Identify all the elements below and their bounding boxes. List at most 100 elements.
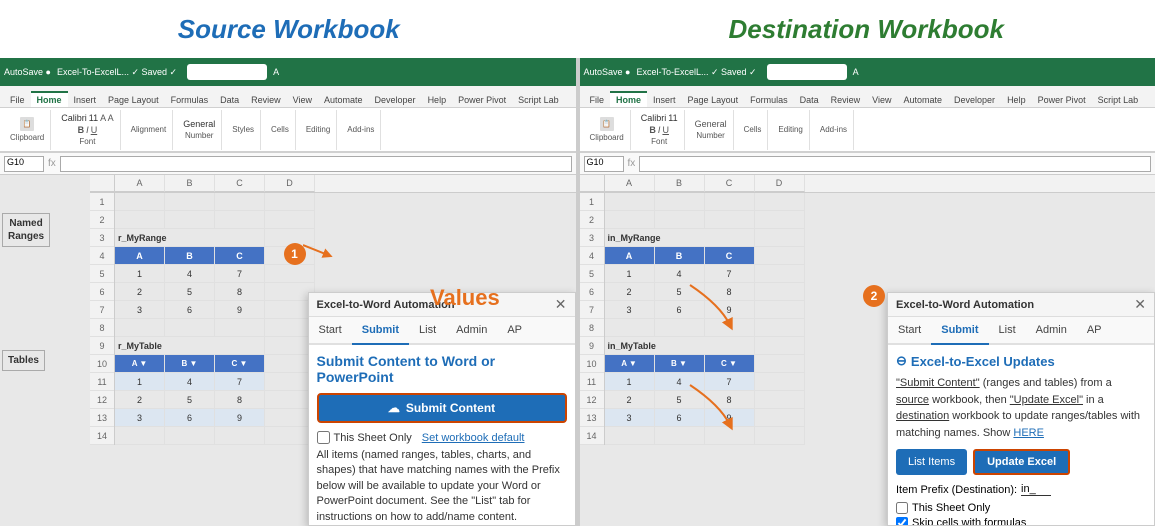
tab-script-lab[interactable]: Script Lab bbox=[512, 93, 565, 107]
tab-power-pivot[interactable]: Power Pivot bbox=[452, 93, 512, 107]
search-box[interactable] bbox=[187, 64, 267, 80]
dest-search-box[interactable] bbox=[767, 64, 847, 80]
cell-7a[interactable]: 3 bbox=[115, 301, 165, 319]
dest-panel-tab-admin[interactable]: Admin bbox=[1026, 317, 1077, 343]
panel-tab-submit[interactable]: Submit bbox=[352, 317, 409, 345]
cell-2a[interactable] bbox=[115, 211, 165, 229]
dest-font-group: Calibri 11 B I U Font bbox=[635, 110, 685, 150]
cell-8c[interactable] bbox=[215, 319, 265, 337]
tab-automate[interactable]: Automate bbox=[318, 93, 369, 107]
row-1: 1 bbox=[90, 193, 114, 211]
row-9: 9 bbox=[90, 337, 114, 355]
cell-11c[interactable]: 7 bbox=[215, 373, 265, 391]
dest-tab-insert[interactable]: Insert bbox=[647, 93, 682, 107]
dest-tab-help[interactable]: Help bbox=[1001, 93, 1032, 107]
dest-panel: Excel-to-Word Automation ✕ Start Submit … bbox=[887, 292, 1155, 526]
panel-close-btn[interactable]: ✕ bbox=[555, 296, 567, 313]
set-workbook-default-link[interactable]: Set workbook default bbox=[422, 432, 525, 444]
cell-6a[interactable]: 2 bbox=[115, 283, 165, 301]
cell-13b[interactable]: 6 bbox=[165, 409, 215, 427]
cell-1c[interactable] bbox=[215, 193, 265, 211]
dest-tab-page-layout[interactable]: Page Layout bbox=[682, 93, 745, 107]
dest-tab-home[interactable]: Home bbox=[610, 91, 647, 107]
dest-number-group: General Number bbox=[689, 110, 734, 150]
update-excel-button[interactable]: Update Excel bbox=[973, 449, 1070, 475]
cell-5a[interactable]: 1 bbox=[115, 265, 165, 283]
tab-review[interactable]: Review bbox=[245, 93, 287, 107]
formula-input[interactable] bbox=[60, 156, 572, 172]
cell-7c[interactable]: 9 bbox=[215, 301, 265, 319]
cell-12c[interactable]: 8 bbox=[215, 391, 265, 409]
panel-tab-list[interactable]: List bbox=[409, 317, 446, 343]
tab-data[interactable]: Data bbox=[214, 93, 245, 107]
cell-13c[interactable]: 9 bbox=[215, 409, 265, 427]
cell-2d[interactable] bbox=[265, 211, 315, 229]
dest-tab-file[interactable]: File bbox=[584, 93, 611, 107]
cell-1d[interactable] bbox=[265, 193, 315, 211]
cell-7b[interactable]: 6 bbox=[165, 301, 215, 319]
dest-panel-tab-list[interactable]: List bbox=[989, 317, 1026, 343]
cell-11b[interactable]: 4 bbox=[165, 373, 215, 391]
dest-panel-tab-start[interactable]: Start bbox=[888, 317, 931, 343]
dest-row-9: 9 bbox=[580, 337, 604, 355]
list-items-button[interactable]: List Items bbox=[896, 449, 967, 475]
dest-formula-input[interactable] bbox=[639, 156, 1151, 172]
cell-1b[interactable] bbox=[165, 193, 215, 211]
panel-tab-start[interactable]: Start bbox=[309, 317, 352, 343]
cell-11a[interactable]: 1 bbox=[115, 373, 165, 391]
cell-2c[interactable] bbox=[215, 211, 265, 229]
cell-6c[interactable]: 8 bbox=[215, 283, 265, 301]
tab-page-layout[interactable]: Page Layout bbox=[102, 93, 165, 107]
dest-cell-ref[interactable]: G10 bbox=[584, 156, 624, 172]
panel-tab-admin[interactable]: Admin bbox=[446, 317, 497, 343]
dest-paste-icon[interactable]: 📋 bbox=[600, 117, 614, 131]
dest-this-sheet-checkbox[interactable] bbox=[896, 502, 908, 514]
submit-content-button[interactable]: ☁ Submit Content bbox=[317, 393, 567, 423]
dest-btn-row: List Items Update Excel bbox=[896, 449, 1146, 475]
this-sheet-checkbox[interactable] bbox=[317, 431, 330, 444]
tab-home[interactable]: Home bbox=[31, 91, 68, 107]
dest-tab-formulas[interactable]: Formulas bbox=[744, 93, 794, 107]
dest-prefix-input[interactable] bbox=[1021, 483, 1051, 496]
dest-autosave-label: AutoSave ● bbox=[584, 67, 631, 77]
cell-ref[interactable]: G10 bbox=[4, 156, 44, 172]
panel-tab-ap[interactable]: AP bbox=[497, 317, 532, 343]
tab-help[interactable]: Help bbox=[422, 93, 453, 107]
dest-row-7: 7 bbox=[580, 301, 604, 319]
dest-tab-power-pivot[interactable]: Power Pivot bbox=[1032, 93, 1092, 107]
cell-5c[interactable]: 7 bbox=[215, 265, 265, 283]
dest-clipboard-group: 📋 Clipboard bbox=[584, 110, 631, 150]
dest-panel-close-btn[interactable]: ✕ bbox=[1134, 296, 1146, 313]
cell-8a[interactable] bbox=[115, 319, 165, 337]
here-link[interactable]: HERE bbox=[1013, 427, 1044, 439]
dest-panel-tab-ap[interactable]: AP bbox=[1077, 317, 1112, 343]
cell-5b[interactable]: 4 bbox=[165, 265, 215, 283]
dest-tab-data[interactable]: Data bbox=[794, 93, 825, 107]
dest-tab-developer[interactable]: Developer bbox=[948, 93, 1001, 107]
dest-panel-tab-submit[interactable]: Submit bbox=[931, 317, 988, 345]
cell-2b[interactable] bbox=[165, 211, 215, 229]
tab-file[interactable]: File bbox=[4, 93, 31, 107]
cell-12b[interactable]: 5 bbox=[165, 391, 215, 409]
cell-12a[interactable]: 2 bbox=[115, 391, 165, 409]
tab-formulas[interactable]: Formulas bbox=[165, 93, 215, 107]
tab-developer[interactable]: Developer bbox=[369, 93, 422, 107]
tab-insert[interactable]: Insert bbox=[68, 93, 103, 107]
cell-1a[interactable] bbox=[115, 193, 165, 211]
dest-corner-cell bbox=[580, 175, 605, 192]
cell-14a[interactable] bbox=[115, 427, 165, 445]
dest-tab-automate[interactable]: Automate bbox=[898, 93, 949, 107]
cell-14b[interactable] bbox=[165, 427, 215, 445]
dest-skip-formulas-checkbox[interactable] bbox=[896, 517, 908, 525]
panel-tabs: Start Submit List Admin AP bbox=[309, 317, 575, 345]
dest-tab-review[interactable]: Review bbox=[825, 93, 867, 107]
cell-8b[interactable] bbox=[165, 319, 215, 337]
cell-13a[interactable]: 3 bbox=[115, 409, 165, 427]
dest-tab-view[interactable]: View bbox=[866, 93, 897, 107]
source-ribbon: AutoSave ● Excel-To-ExcelL... ✓ Saved ✓ … bbox=[0, 58, 576, 153]
tab-view[interactable]: View bbox=[287, 93, 318, 107]
cell-14c[interactable] bbox=[215, 427, 265, 445]
paste-icon[interactable]: 📋 bbox=[20, 117, 34, 131]
dest-tab-script-lab[interactable]: Script Lab bbox=[1092, 93, 1145, 107]
cell-6b[interactable]: 5 bbox=[165, 283, 215, 301]
